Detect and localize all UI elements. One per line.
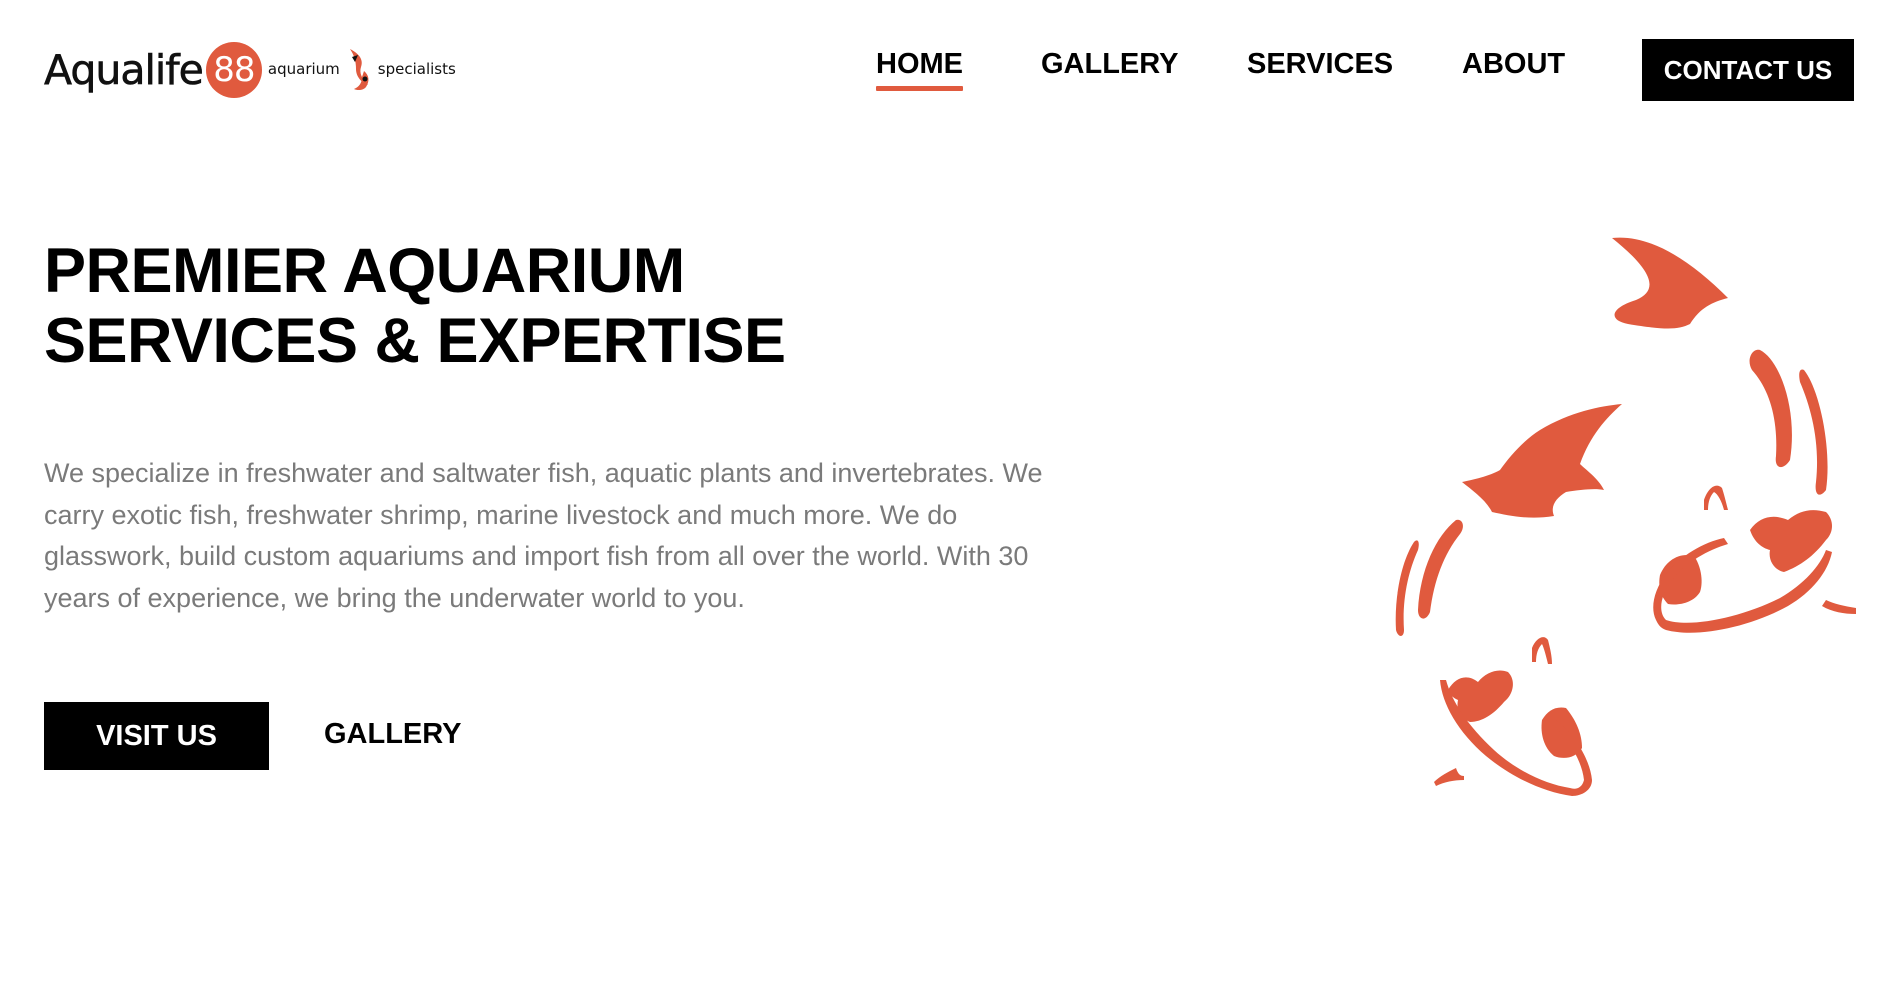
brand-badge: 88 (205, 42, 262, 98)
koi-fish-pair-icon (1395, 237, 1856, 796)
hero-description: We specialize in freshwater and saltwate… (44, 453, 1144, 619)
hero-description-line: years of experience, we bring the underw… (44, 582, 745, 613)
nav-item-gallery[interactable]: GALLERY (1041, 48, 1178, 81)
contact-us-button[interactable]: CONTACT US (1642, 39, 1854, 101)
nav-item-label: ABOUT (1462, 48, 1566, 80)
nav-item-home[interactable]: HOME (876, 48, 963, 91)
hero-description-line: We specialize in freshwater and saltwate… (44, 458, 1043, 488)
hero-description-line: glasswork, build custom aquariums and im… (44, 541, 1029, 571)
koi-logo-icon (349, 49, 369, 91)
brand-name: Aqualife (44, 46, 205, 95)
brand-tagline-right: specialists (377, 60, 456, 78)
gallery-link[interactable]: GALLERY (324, 718, 461, 751)
hero-description-line: carry exotic fish, freshwater shrimp, ma… (44, 499, 958, 530)
nav-item-services[interactable]: SERVICES (1247, 48, 1393, 81)
site-header: Aqualife 88 aquarium specialists HOME GA… (0, 0, 1880, 140)
nav-item-about[interactable]: ABOUT (1462, 48, 1565, 81)
nav-item-label: HOME (876, 48, 963, 80)
visit-us-button[interactable]: VISIT US (44, 702, 269, 770)
hero-title-line: PREMIER AQUARIUM (44, 236, 685, 306)
hero-title-line: SERVICES & EXPERTISE (44, 306, 786, 376)
brand-tagline-left: aquarium (267, 60, 340, 78)
nav-item-label: GALLERY (1041, 48, 1179, 80)
active-nav-indicator (876, 86, 963, 91)
brand-logo[interactable]: Aqualife 88 aquarium specialists (44, 40, 456, 100)
nav-item-label: SERVICES (1247, 48, 1394, 80)
hero-title: PREMIER AQUARIUM SERVICES & EXPERTISE (44, 236, 786, 376)
